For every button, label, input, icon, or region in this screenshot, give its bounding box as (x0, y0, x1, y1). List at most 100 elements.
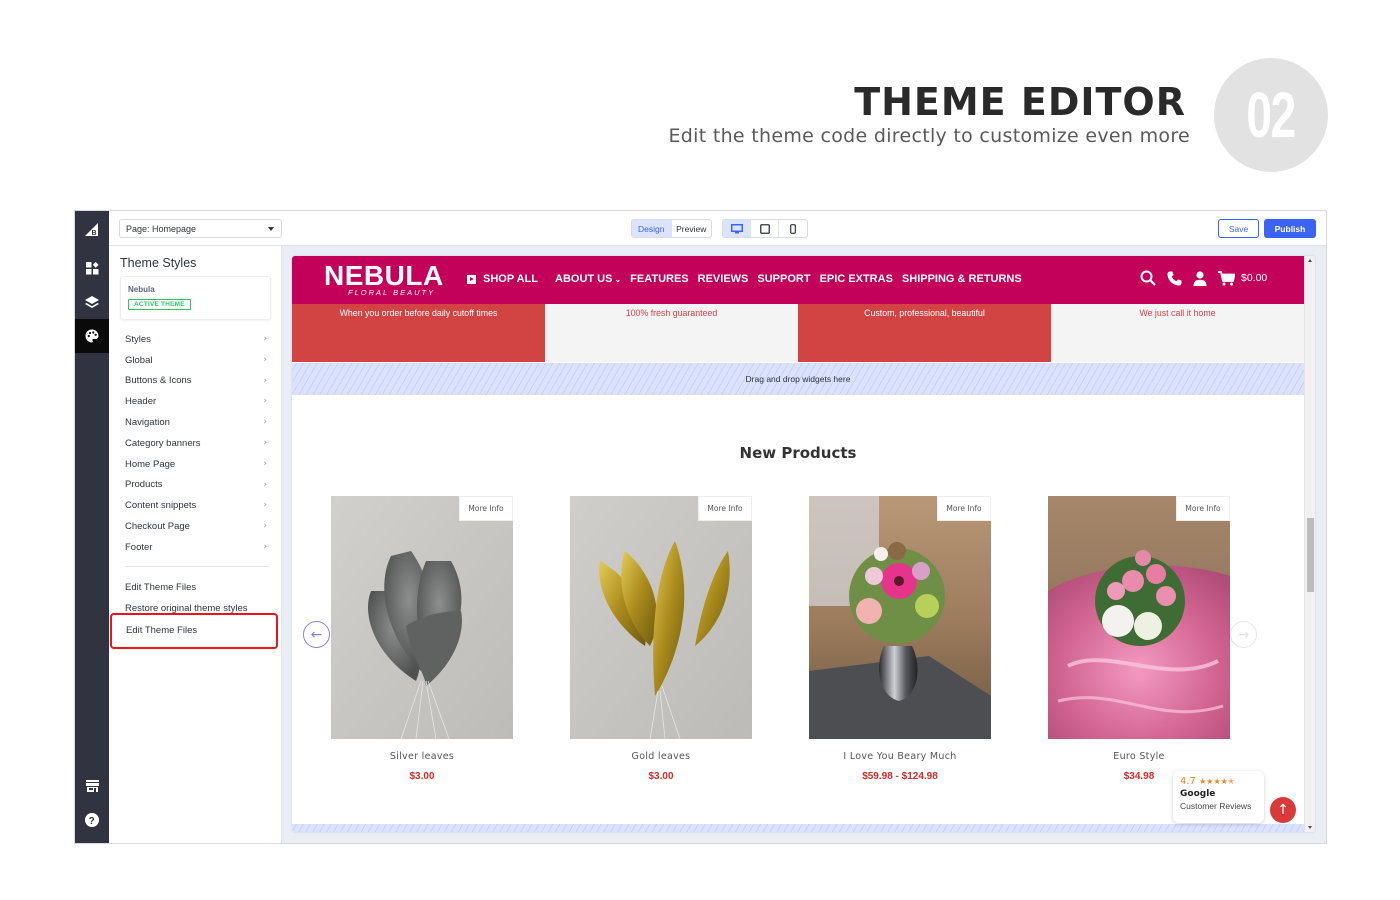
menu-item-label: Navigation (125, 417, 170, 429)
menu-item-footer[interactable]: Footer › (109, 537, 281, 558)
product-price: $59.98 - $124.98 (862, 771, 938, 782)
svg-text:B: B (92, 230, 97, 237)
cart-icon[interactable] (1218, 270, 1235, 286)
layers-icon[interactable] (75, 285, 109, 319)
active-theme-badge: ACTIVE THEME (128, 299, 191, 310)
menu-item-home-page[interactable]: Home Page › (109, 454, 281, 475)
menu-item-buttons-icons[interactable]: Buttons & Icons › (109, 371, 281, 392)
menu-item-products[interactable]: Products › (109, 475, 281, 496)
phone-icon[interactable] (1167, 271, 1182, 286)
carousel-prev-button[interactable]: ← (303, 621, 330, 648)
header-actions: $0.00 (1140, 270, 1267, 286)
step-number: 02 (1246, 79, 1297, 151)
edit-theme-files-link[interactable]: Edit Theme Files (125, 582, 196, 593)
menu-item-checkout-page[interactable]: Checkout Page › (109, 516, 281, 537)
more-info-button[interactable]: More Info (1176, 496, 1230, 521)
save-button[interactable]: Save (1218, 219, 1259, 238)
nav-label: ABOUT US (555, 273, 613, 285)
storefront-icon[interactable] (75, 769, 109, 803)
chevron-right-icon: › (263, 437, 267, 448)
menu-item-global[interactable]: Global › (109, 350, 281, 371)
nav-epic-extras[interactable]: EPIC EXTRAS (820, 273, 893, 285)
design-tab[interactable]: Design (632, 220, 672, 237)
arrow-left-icon: ← (310, 626, 323, 643)
back-to-top-button[interactable]: ↑ (1270, 797, 1296, 823)
desktop-icon (730, 223, 743, 233)
store-logo[interactable]: NEBULA FLORAL BEAUTY (324, 262, 444, 298)
scroll-down-arrow[interactable] (1308, 826, 1312, 829)
tablet-icon (759, 223, 770, 234)
bigcommerce-logo-icon[interactable]: B (75, 213, 109, 247)
preview-scrollbar[interactable] (1304, 256, 1315, 832)
menu-item-navigation[interactable]: Navigation › (109, 412, 281, 433)
svg-text:?: ? (89, 816, 95, 827)
menu-item-category-banners[interactable]: Category banners › (109, 433, 281, 454)
mobile-view-button[interactable] (779, 220, 807, 237)
product-image-gold-leaves[interactable]: More Info (570, 496, 752, 739)
help-icon[interactable]: ? (75, 803, 109, 837)
product-name[interactable]: Silver leaves (331, 751, 513, 762)
review-label: Customer Reviews (1180, 801, 1252, 811)
product-price: $3.00 (409, 771, 435, 782)
promo-tile: We just call it home (1051, 304, 1304, 362)
page-select[interactable]: Page: Homepage (119, 219, 282, 238)
desktop-view-button[interactable] (723, 220, 752, 237)
nav-reviews[interactable]: REVIEWS (698, 273, 749, 285)
widget-dropzone-bottom[interactable] (292, 824, 1304, 832)
promo-tile: When you order before daily cutoff times (292, 304, 545, 362)
palette-icon[interactable] (75, 319, 109, 353)
theme-editor-window: B ? Page: Homepage Design Preview Save P… (74, 210, 1327, 844)
chevron-right-icon: › (263, 500, 267, 511)
nav-shipping-returns[interactable]: SHIPPING & RETURNS (902, 273, 1022, 285)
more-info-button[interactable]: More Info (937, 496, 991, 521)
more-info-button[interactable]: More Info (698, 496, 752, 521)
product-card[interactable]: More Info I Love You Beary Much $59.98 -… (809, 496, 991, 782)
chevron-right-icon: › (263, 334, 267, 344)
publish-button[interactable]: Publish (1264, 219, 1316, 238)
preview-tab[interactable]: Preview (672, 220, 712, 237)
product-name[interactable]: Gold leaves (570, 751, 752, 762)
carousel-next-button[interactable]: → (1230, 621, 1257, 648)
chevron-right-icon: › (263, 375, 267, 386)
store-nav: SHOP ALL ABOUT US ⌄ FEATURES REVIEWS SUPP… (467, 273, 1022, 285)
scroll-up-arrow[interactable] (1308, 259, 1312, 262)
promo-tile: Custom, professional, beautiful (798, 304, 1051, 362)
nav-label: SHOP ALL (483, 273, 539, 285)
chevron-right-icon: › (263, 417, 267, 428)
menu-item-styles[interactable]: Styles › (109, 329, 281, 350)
product-card[interactable]: More Info Gold leaves $3.00 (570, 496, 752, 782)
panel-title: Theme Styles (120, 256, 197, 270)
product-card[interactable]: More Info Silver leaves $3.00 (331, 496, 513, 782)
more-info-button[interactable]: More Info (459, 496, 513, 521)
hero-subtitle: Edit the theme code directly to customiz… (668, 125, 1190, 147)
menu-item-content-snippets[interactable]: Content snippets › (109, 495, 281, 516)
menu-item-header[interactable]: Header › (109, 391, 281, 412)
theme-styles-panel: Theme Styles Nebula ACTIVE THEME Styles ›… (109, 246, 282, 843)
product-image-bouquet-vase[interactable]: More Info (809, 496, 991, 739)
scroll-thumb[interactable] (1307, 518, 1314, 592)
nav-features[interactable]: FEATURES (630, 273, 688, 285)
play-square-icon (467, 274, 476, 284)
nav-about-us[interactable]: ABOUT US ⌄ (555, 273, 621, 285)
product-image-bouquet-satin[interactable]: More Info (1048, 496, 1230, 739)
tablet-view-button[interactable] (751, 220, 780, 237)
store-header: NEBULA FLORAL BEAUTY SHOP ALL ABOUT US ⌄ … (292, 256, 1304, 304)
product-card[interactable]: More Info Euro Style $34.98 (1048, 496, 1230, 782)
widget-dropzone[interactable]: Drag and drop widgets here (292, 363, 1304, 395)
menu-item-label: Home Page (125, 458, 176, 470)
nav-support[interactable]: SUPPORT (757, 273, 810, 285)
mode-toggle: Design Preview (631, 219, 712, 238)
widgets-icon[interactable] (75, 251, 109, 285)
edit-theme-files-highlight[interactable]: Edit Theme Files (110, 613, 278, 649)
menu-item-label: Footer (125, 541, 153, 553)
google-reviews-badge[interactable]: 4.7 ★★★★✭ Google Customer Reviews (1173, 771, 1264, 823)
highlighted-edit-theme-files-link[interactable]: Edit Theme Files (126, 625, 197, 636)
product-name[interactable]: Euro Style (1048, 751, 1230, 762)
search-icon[interactable] (1140, 270, 1156, 286)
review-source: Google (1180, 789, 1216, 799)
product-name[interactable]: I Love You Beary Much (809, 751, 991, 762)
nav-shop-all[interactable]: SHOP ALL (467, 273, 538, 285)
product-image-silver-leaves[interactable]: More Info (331, 496, 513, 739)
account-icon[interactable] (1193, 270, 1207, 286)
cart-total[interactable]: $0.00 (1241, 272, 1267, 284)
